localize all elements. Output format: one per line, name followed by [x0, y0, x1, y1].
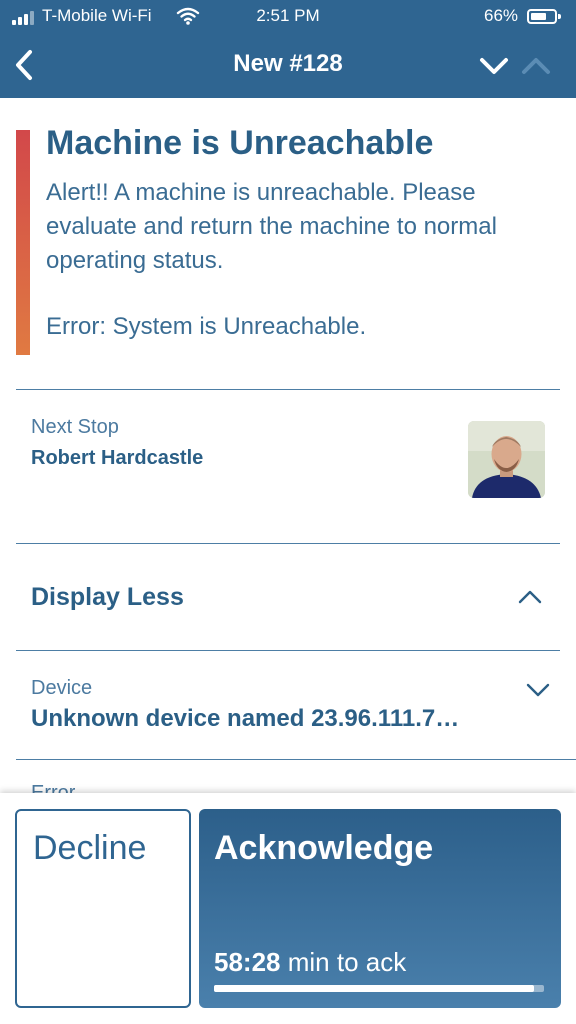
wifi-icon [176, 6, 200, 31]
decline-button[interactable]: Decline [15, 809, 191, 1008]
device-expand-button[interactable] [524, 678, 552, 702]
display-less-label: Display Less [31, 583, 184, 611]
signal-bars-icon [12, 11, 34, 25]
previous-alert-button[interactable] [518, 50, 554, 82]
next-alert-button[interactable] [476, 50, 512, 82]
next-stop-label: Next Stop [31, 416, 119, 438]
ack-timer: 58:28 min to ack [214, 947, 406, 978]
carrier-name: T-Mobile Wi-Fi [42, 6, 152, 25]
nav-bar: New #128 [0, 34, 576, 98]
error-field-label: Error [31, 783, 75, 793]
battery-icon [527, 9, 561, 24]
chevron-up-icon [516, 585, 544, 609]
chevron-left-icon [16, 50, 32, 80]
battery-percent: 66% [484, 6, 519, 25]
device-value: Unknown device named 23.96.111.7… [31, 705, 460, 732]
ack-timer-value: 58:28 [214, 947, 281, 977]
ack-timer-suffix: min to ack [280, 947, 407, 977]
chevron-down-icon [526, 683, 550, 697]
divider [16, 389, 560, 390]
device-label: Device [31, 677, 93, 699]
avatar[interactable] [468, 421, 545, 498]
acknowledge-button[interactable]: Acknowledge 58:28 min to ack [199, 809, 561, 1008]
battery-level [531, 13, 546, 20]
chevron-down-icon [480, 58, 508, 74]
chevron-up-icon [522, 58, 550, 74]
severity-bar [16, 130, 30, 355]
decline-label: Decline [33, 829, 147, 867]
alert-error: Error: System is Unreachable. [46, 313, 367, 340]
ack-progress-fill [214, 985, 535, 992]
alert-message: Alert!! A machine is unreachable. Please… [46, 179, 497, 274]
divider [16, 759, 576, 760]
acknowledge-label: Acknowledge [214, 829, 434, 867]
status-bar: T-Mobile Wi-Fi 2:51 PM 66% [0, 0, 576, 34]
next-stop-name: Robert Hardcastle [31, 447, 204, 469]
alert-title: Machine is Unreachable [46, 124, 434, 162]
back-button[interactable] [8, 46, 40, 86]
ack-progress-track [214, 985, 544, 992]
divider [16, 650, 560, 651]
top-bar: T-Mobile Wi-Fi 2:51 PM 66% New #128 [0, 0, 576, 98]
divider [16, 543, 560, 544]
